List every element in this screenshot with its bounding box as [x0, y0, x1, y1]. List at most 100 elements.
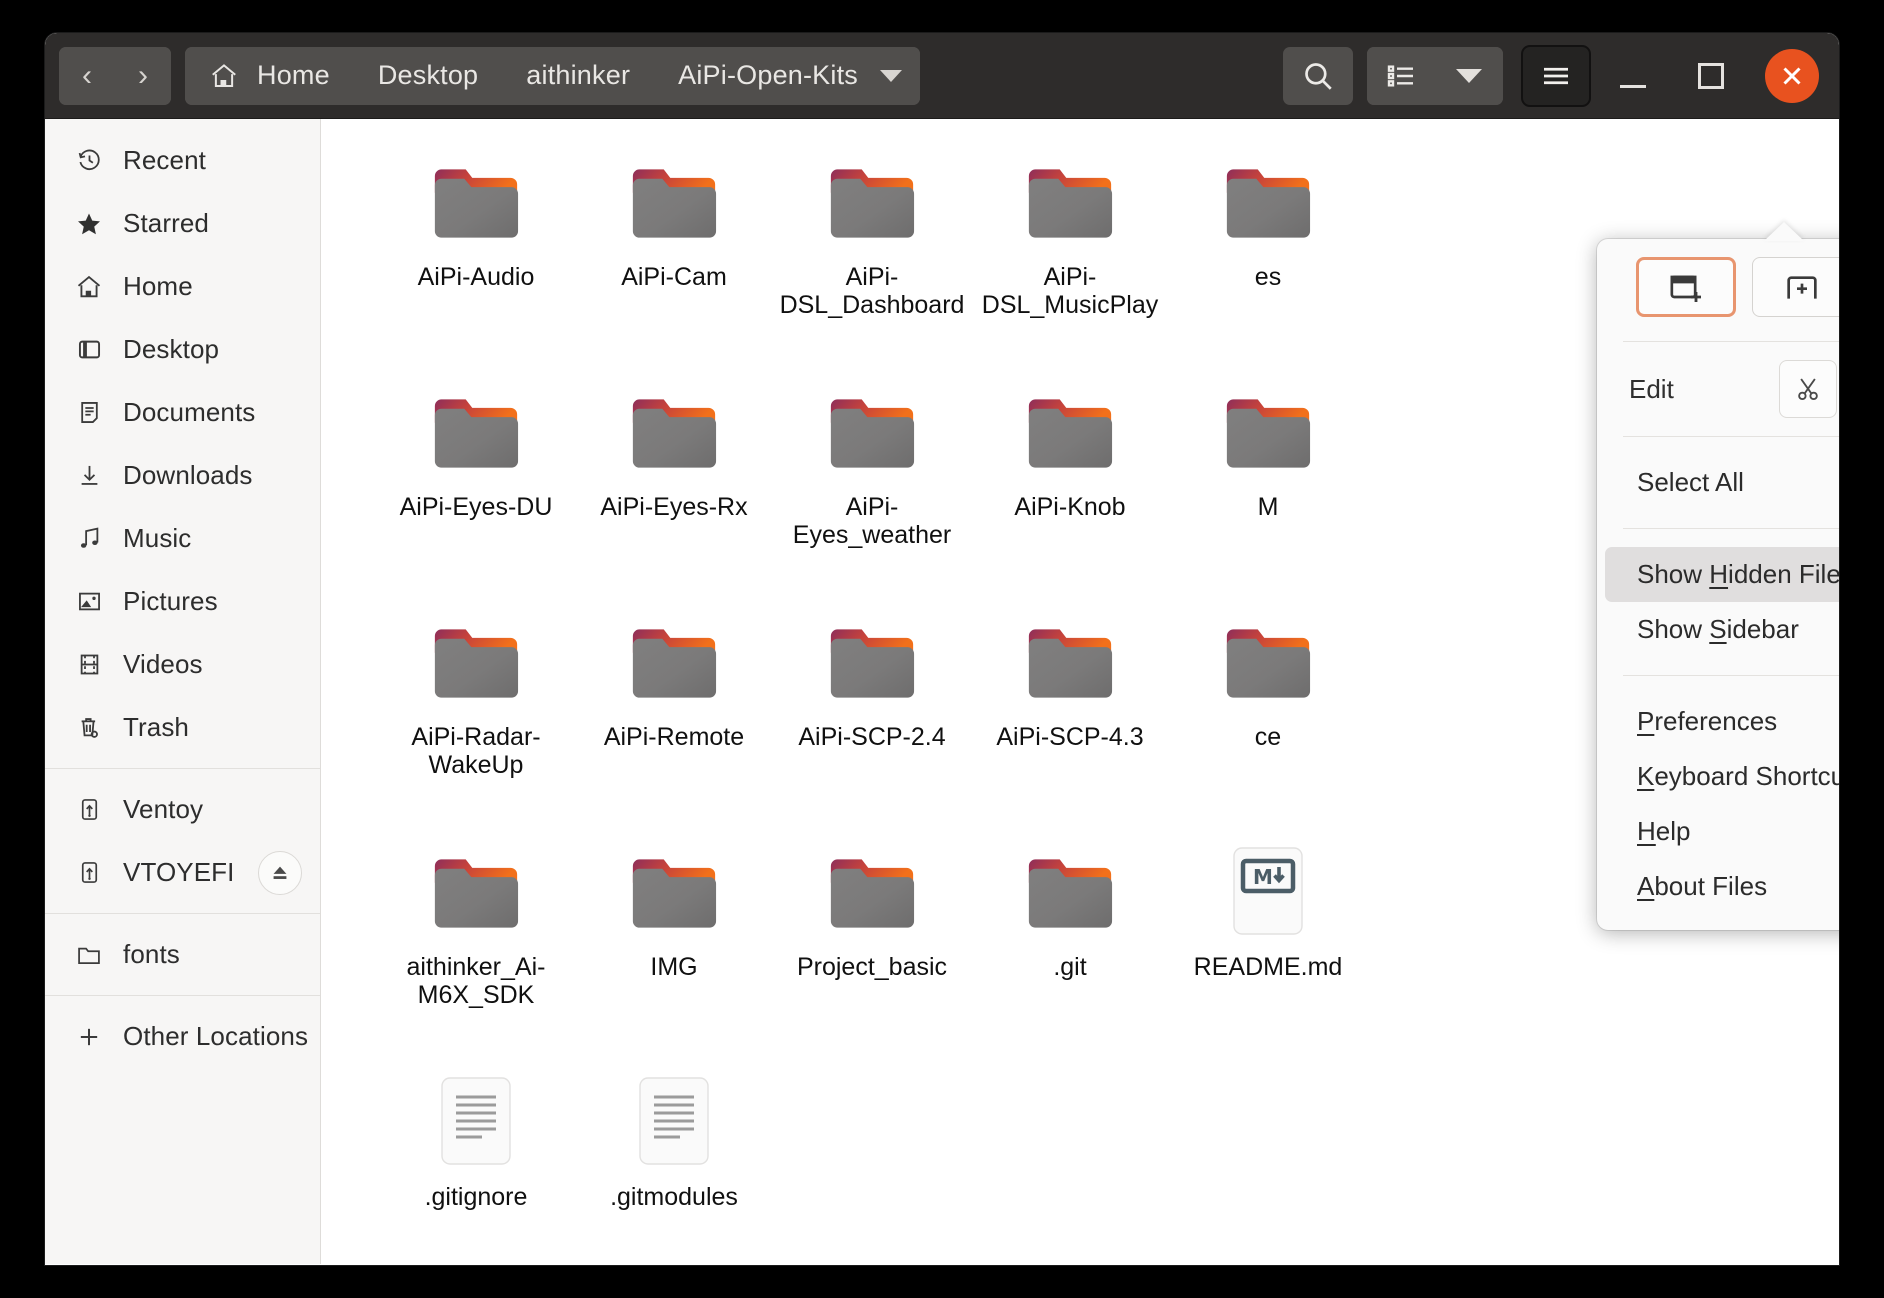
forward-button[interactable]: ›	[115, 46, 171, 105]
folder-item[interactable]: Project_basic	[773, 831, 971, 1061]
folder-item[interactable]: .git	[971, 831, 1169, 1061]
view-dropdown-button[interactable]	[1435, 46, 1503, 105]
folder-item[interactable]: AiPi-Audio	[377, 141, 575, 371]
item-label: AiPi-Remote	[603, 723, 745, 751]
file-item[interactable]: M README.md	[1169, 831, 1367, 1061]
folder-item[interactable]: AiPi-DSL_Dashboard	[773, 141, 971, 371]
folder-icon	[428, 155, 524, 247]
sidebar-item-home[interactable]: Home	[45, 255, 320, 318]
folder-icon	[1220, 615, 1316, 707]
file-item[interactable]: .gitmodules	[575, 1061, 773, 1264]
folder-icon	[626, 845, 722, 937]
folder-item[interactable]: AiPi-Knob	[971, 371, 1169, 601]
svg-text:M: M	[1253, 865, 1273, 889]
new-tab-icon	[1782, 267, 1822, 307]
folder-item[interactable]: aithinker_Ai-M6X_SDK	[377, 831, 575, 1061]
folder-icon	[824, 845, 920, 937]
item-label: AiPi-DSL_Dashboard	[779, 263, 965, 319]
item-label: README.md	[1193, 953, 1343, 981]
sidebar-label-fonts: fonts	[123, 939, 180, 969]
sidebar-item-pictures[interactable]: Pictures	[45, 570, 320, 633]
menu-item-keyboard-shortcuts[interactable]: Keyboard Shortcuts	[1605, 749, 1839, 804]
file-item[interactable]: .gitignore	[377, 1061, 575, 1264]
folder-icon	[428, 615, 524, 707]
menu-item-show-hidden-files[interactable]: Show Hidden Files	[1605, 547, 1839, 602]
sidebar-item-trash[interactable]: Trash	[45, 696, 320, 759]
menu-divider-3	[1623, 528, 1839, 529]
file-manager-window: ‹ › Home Desktop aithinker AiPi-Open-Kit…	[45, 33, 1839, 1265]
home-icon	[209, 61, 239, 91]
sidebar-item-starred[interactable]: Starred	[45, 192, 320, 255]
folder-item[interactable]: AiPi-Remote	[575, 601, 773, 831]
sidebar-item-documents[interactable]: Documents	[45, 381, 320, 444]
folder-item[interactable]: IMG	[575, 831, 773, 1061]
folder-item[interactable]: AiPi-SCP-2.4	[773, 601, 971, 831]
breadcrumb-item-home[interactable]: Home	[185, 46, 354, 105]
breadcrumb-label-home: Home	[257, 60, 330, 90]
hamburger-menu-button[interactable]	[1521, 44, 1591, 107]
file-grid-area[interactable]: AiPi-Audio AiPi-Cam AiPi-DSL_Dashboard A…	[321, 119, 1839, 1264]
new-window-button[interactable]	[1636, 257, 1736, 317]
menu-edit-row: Edit	[1597, 360, 1839, 418]
folder-icon	[1220, 155, 1316, 247]
sidebar-label-other-locations: Other Locations	[123, 1021, 309, 1051]
folder-item[interactable]: M	[1169, 371, 1367, 601]
close-button[interactable]	[1765, 48, 1819, 103]
folder-item[interactable]: AiPi-DSL_MusicPlay	[971, 141, 1169, 371]
folder-item[interactable]: es	[1169, 141, 1367, 371]
sidebar-item-ventoy[interactable]: Ventoy	[45, 778, 320, 841]
sidebar-label-vtoyefi: VTOYEFI	[123, 857, 235, 887]
menu-divider-4	[1623, 675, 1839, 676]
cut-button[interactable]	[1779, 360, 1837, 418]
item-label: AiPi-DSL_MusicPlay	[981, 263, 1159, 319]
menu-item-select-all[interactable]: Select All	[1605, 455, 1839, 510]
popup-arrow	[1764, 222, 1804, 241]
sidebar-item-downloads[interactable]: Downloads	[45, 444, 320, 507]
menu-item-preferences[interactable]: Preferences	[1605, 694, 1839, 749]
item-label: AiPi-Eyes-Rx	[600, 493, 748, 521]
menu-item-help[interactable]: Help	[1605, 804, 1839, 859]
plus-icon	[75, 1023, 103, 1051]
new-tab-button[interactable]	[1752, 257, 1839, 317]
sidebar-item-fonts[interactable]: fonts	[45, 923, 320, 986]
music-note-icon	[75, 525, 103, 553]
folder-icon	[824, 155, 920, 247]
list-view-button[interactable]	[1367, 46, 1435, 105]
sidebar-item-desktop[interactable]: Desktop	[45, 318, 320, 381]
folder-item[interactable]: ce	[1169, 601, 1367, 831]
folder-icon	[626, 155, 722, 247]
sidebar-item-videos[interactable]: Videos	[45, 633, 320, 696]
chevron-down-icon	[1456, 68, 1482, 83]
folder-item[interactable]: AiPi-Cam	[575, 141, 773, 371]
film-icon	[75, 651, 103, 679]
menu-item-show-sidebar[interactable]: Show Sidebar	[1605, 602, 1839, 657]
download-icon	[75, 462, 103, 490]
minimize-button[interactable]	[1597, 45, 1669, 107]
sidebar-item-vtoyefi[interactable]: VTOYEFI	[45, 841, 320, 904]
sidebar-label-starred: Starred	[123, 208, 209, 238]
item-label: AiPi-SCP-2.4	[798, 723, 946, 751]
back-button[interactable]: ‹	[59, 46, 115, 105]
breadcrumb-item-desktop[interactable]: Desktop	[353, 46, 503, 105]
folder-item[interactable]: AiPi-Eyes-Rx	[575, 371, 773, 601]
folder-item[interactable]: AiPi-Radar-WakeUp	[377, 601, 575, 831]
folder-outline-icon	[75, 941, 103, 969]
show-hidden-files-label: Show Hidden Files	[1637, 559, 1839, 589]
folder-item[interactable]: AiPi-SCP-4.3	[971, 601, 1169, 831]
menu-item-about-files[interactable]: About Files	[1605, 859, 1839, 914]
breadcrumb-item-current[interactable]: AiPi-Open-Kits	[654, 46, 920, 105]
sidebar-label-home: Home	[123, 271, 193, 301]
sidebar-item-music[interactable]: Music	[45, 507, 320, 570]
eject-button[interactable]	[258, 850, 302, 895]
breadcrumb-item-aithinker[interactable]: aithinker	[502, 46, 655, 105]
folder-item[interactable]: AiPi-Eyes-DU	[377, 371, 575, 601]
breadcrumb: Home Desktop aithinker AiPi-Open-Kits	[185, 46, 920, 105]
scissors-icon	[1793, 374, 1823, 404]
folder-item[interactable]: AiPi-Eyes_weather	[773, 371, 971, 601]
sidebar-item-recent[interactable]: Recent	[45, 129, 320, 192]
search-button[interactable]	[1283, 46, 1353, 105]
menu-divider-1	[1623, 341, 1839, 342]
clock-icon	[75, 147, 103, 175]
sidebar-item-other-locations[interactable]: Other Locations	[45, 1005, 320, 1068]
maximize-button[interactable]	[1675, 45, 1747, 107]
